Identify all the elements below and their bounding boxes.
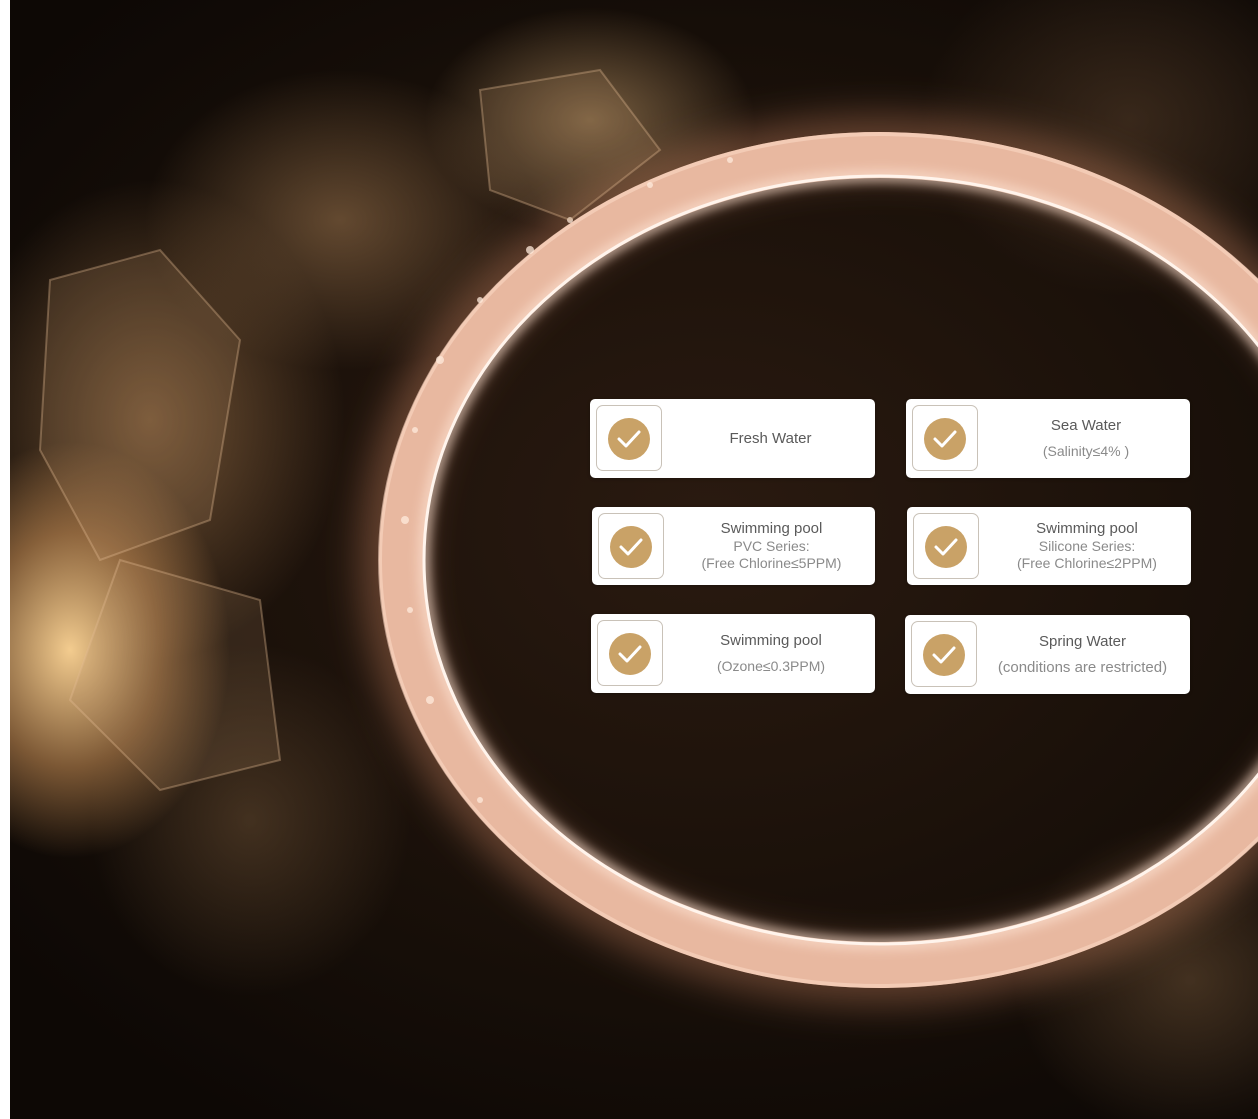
check-box xyxy=(597,620,663,686)
card-subtitle: (Free Chlorine≤2PPM) xyxy=(1017,555,1157,571)
card-subtitle: (Salinity≤4% ) xyxy=(1042,443,1130,459)
water-type-card-fresh-water: Fresh Water xyxy=(590,399,875,478)
water-type-card-swimming-pool-ozone: Swimming pool (Ozone≤0.3PPM) xyxy=(591,614,875,693)
card-title: Swimming pool xyxy=(1036,520,1138,537)
checkmark-circle-icon xyxy=(610,526,652,568)
card-title: Swimming pool xyxy=(720,520,823,537)
checkmark-circle-icon xyxy=(923,634,965,676)
card-text: Swimming pool Silicone Series: (Free Chl… xyxy=(987,507,1187,585)
checkmark-circle-icon xyxy=(925,526,967,568)
checkmark-circle-icon xyxy=(924,418,966,460)
water-type-card-swimming-pool-silicone: Swimming pool Silicone Series: (Free Chl… xyxy=(907,507,1191,585)
card-subtitle: (conditions are restricted) xyxy=(997,659,1168,676)
check-box xyxy=(598,513,664,579)
check-box xyxy=(913,513,979,579)
card-subtitle: PVC Series: xyxy=(733,538,810,554)
card-title: Sea Water xyxy=(1050,417,1122,434)
checkmark-circle-icon xyxy=(608,418,650,460)
card-text: Fresh Water xyxy=(670,399,871,478)
card-text: Spring Water (conditions are restricted) xyxy=(979,615,1186,694)
water-type-card-spring-water: Spring Water (conditions are restricted) xyxy=(905,615,1190,694)
checkmark-circle-icon xyxy=(609,633,651,675)
card-title: Fresh Water xyxy=(729,429,812,447)
card-title: Spring Water xyxy=(1039,633,1126,650)
water-type-card-swimming-pool-pvc: Swimming pool PVC Series: (Free Chlorine… xyxy=(592,507,875,585)
card-text: Swimming pool (Ozone≤0.3PPM) xyxy=(671,614,871,693)
card-subtitle: Silicone Series: xyxy=(1038,538,1136,554)
card-subtitle: (Ozone≤0.3PPM) xyxy=(716,658,826,674)
card-text: Swimming pool PVC Series: (Free Chlorine… xyxy=(672,507,871,585)
left-margin xyxy=(0,0,10,1119)
check-box xyxy=(911,621,977,687)
card-title: Swimming pool xyxy=(720,632,822,649)
product-image: Fresh Water Sea Water (Salinity≤4% ) Swi… xyxy=(0,0,1258,1119)
check-box xyxy=(912,405,978,471)
water-type-card-sea-water: Sea Water (Salinity≤4% ) xyxy=(906,399,1190,478)
card-subtitle: (Free Chlorine≤5PPM) xyxy=(701,555,842,571)
card-text: Sea Water (Salinity≤4% ) xyxy=(986,399,1186,478)
check-box xyxy=(596,405,662,471)
